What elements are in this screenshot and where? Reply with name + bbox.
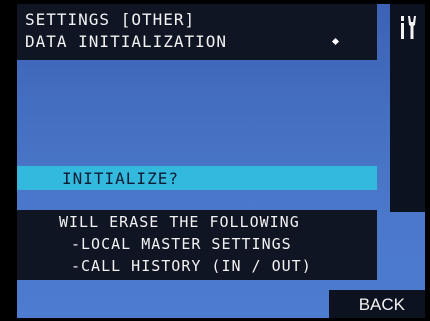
info-item: -CALL HISTORY (IN / OUT) (71, 257, 312, 275)
back-button[interactable]: BACK (329, 290, 425, 318)
header-bar: SETTINGS [OTHER] DATA INITIALIZATION (17, 4, 377, 60)
erase-info-panel: WILL ERASE THE FOLLOWING -LOCAL MASTER S… (17, 210, 377, 280)
back-button-label: BACK (358, 295, 405, 314)
info-heading: WILL ERASE THE FOLLOWING (59, 213, 300, 231)
info-item: -LOCAL MASTER SETTINGS (71, 235, 292, 253)
device-screen: SETTINGS [OTHER] DATA INITIALIZATION INI… (17, 4, 425, 318)
page-title: SETTINGS [OTHER] (25, 10, 196, 29)
tools-icon (401, 16, 416, 39)
side-panel (390, 4, 425, 212)
initialize-prompt-bar: INITIALIZE? (17, 166, 377, 190)
page-subtitle: DATA INITIALIZATION (25, 32, 228, 51)
scroll-indicator-icon (331, 37, 340, 46)
initialize-prompt: INITIALIZE? (62, 169, 179, 188)
